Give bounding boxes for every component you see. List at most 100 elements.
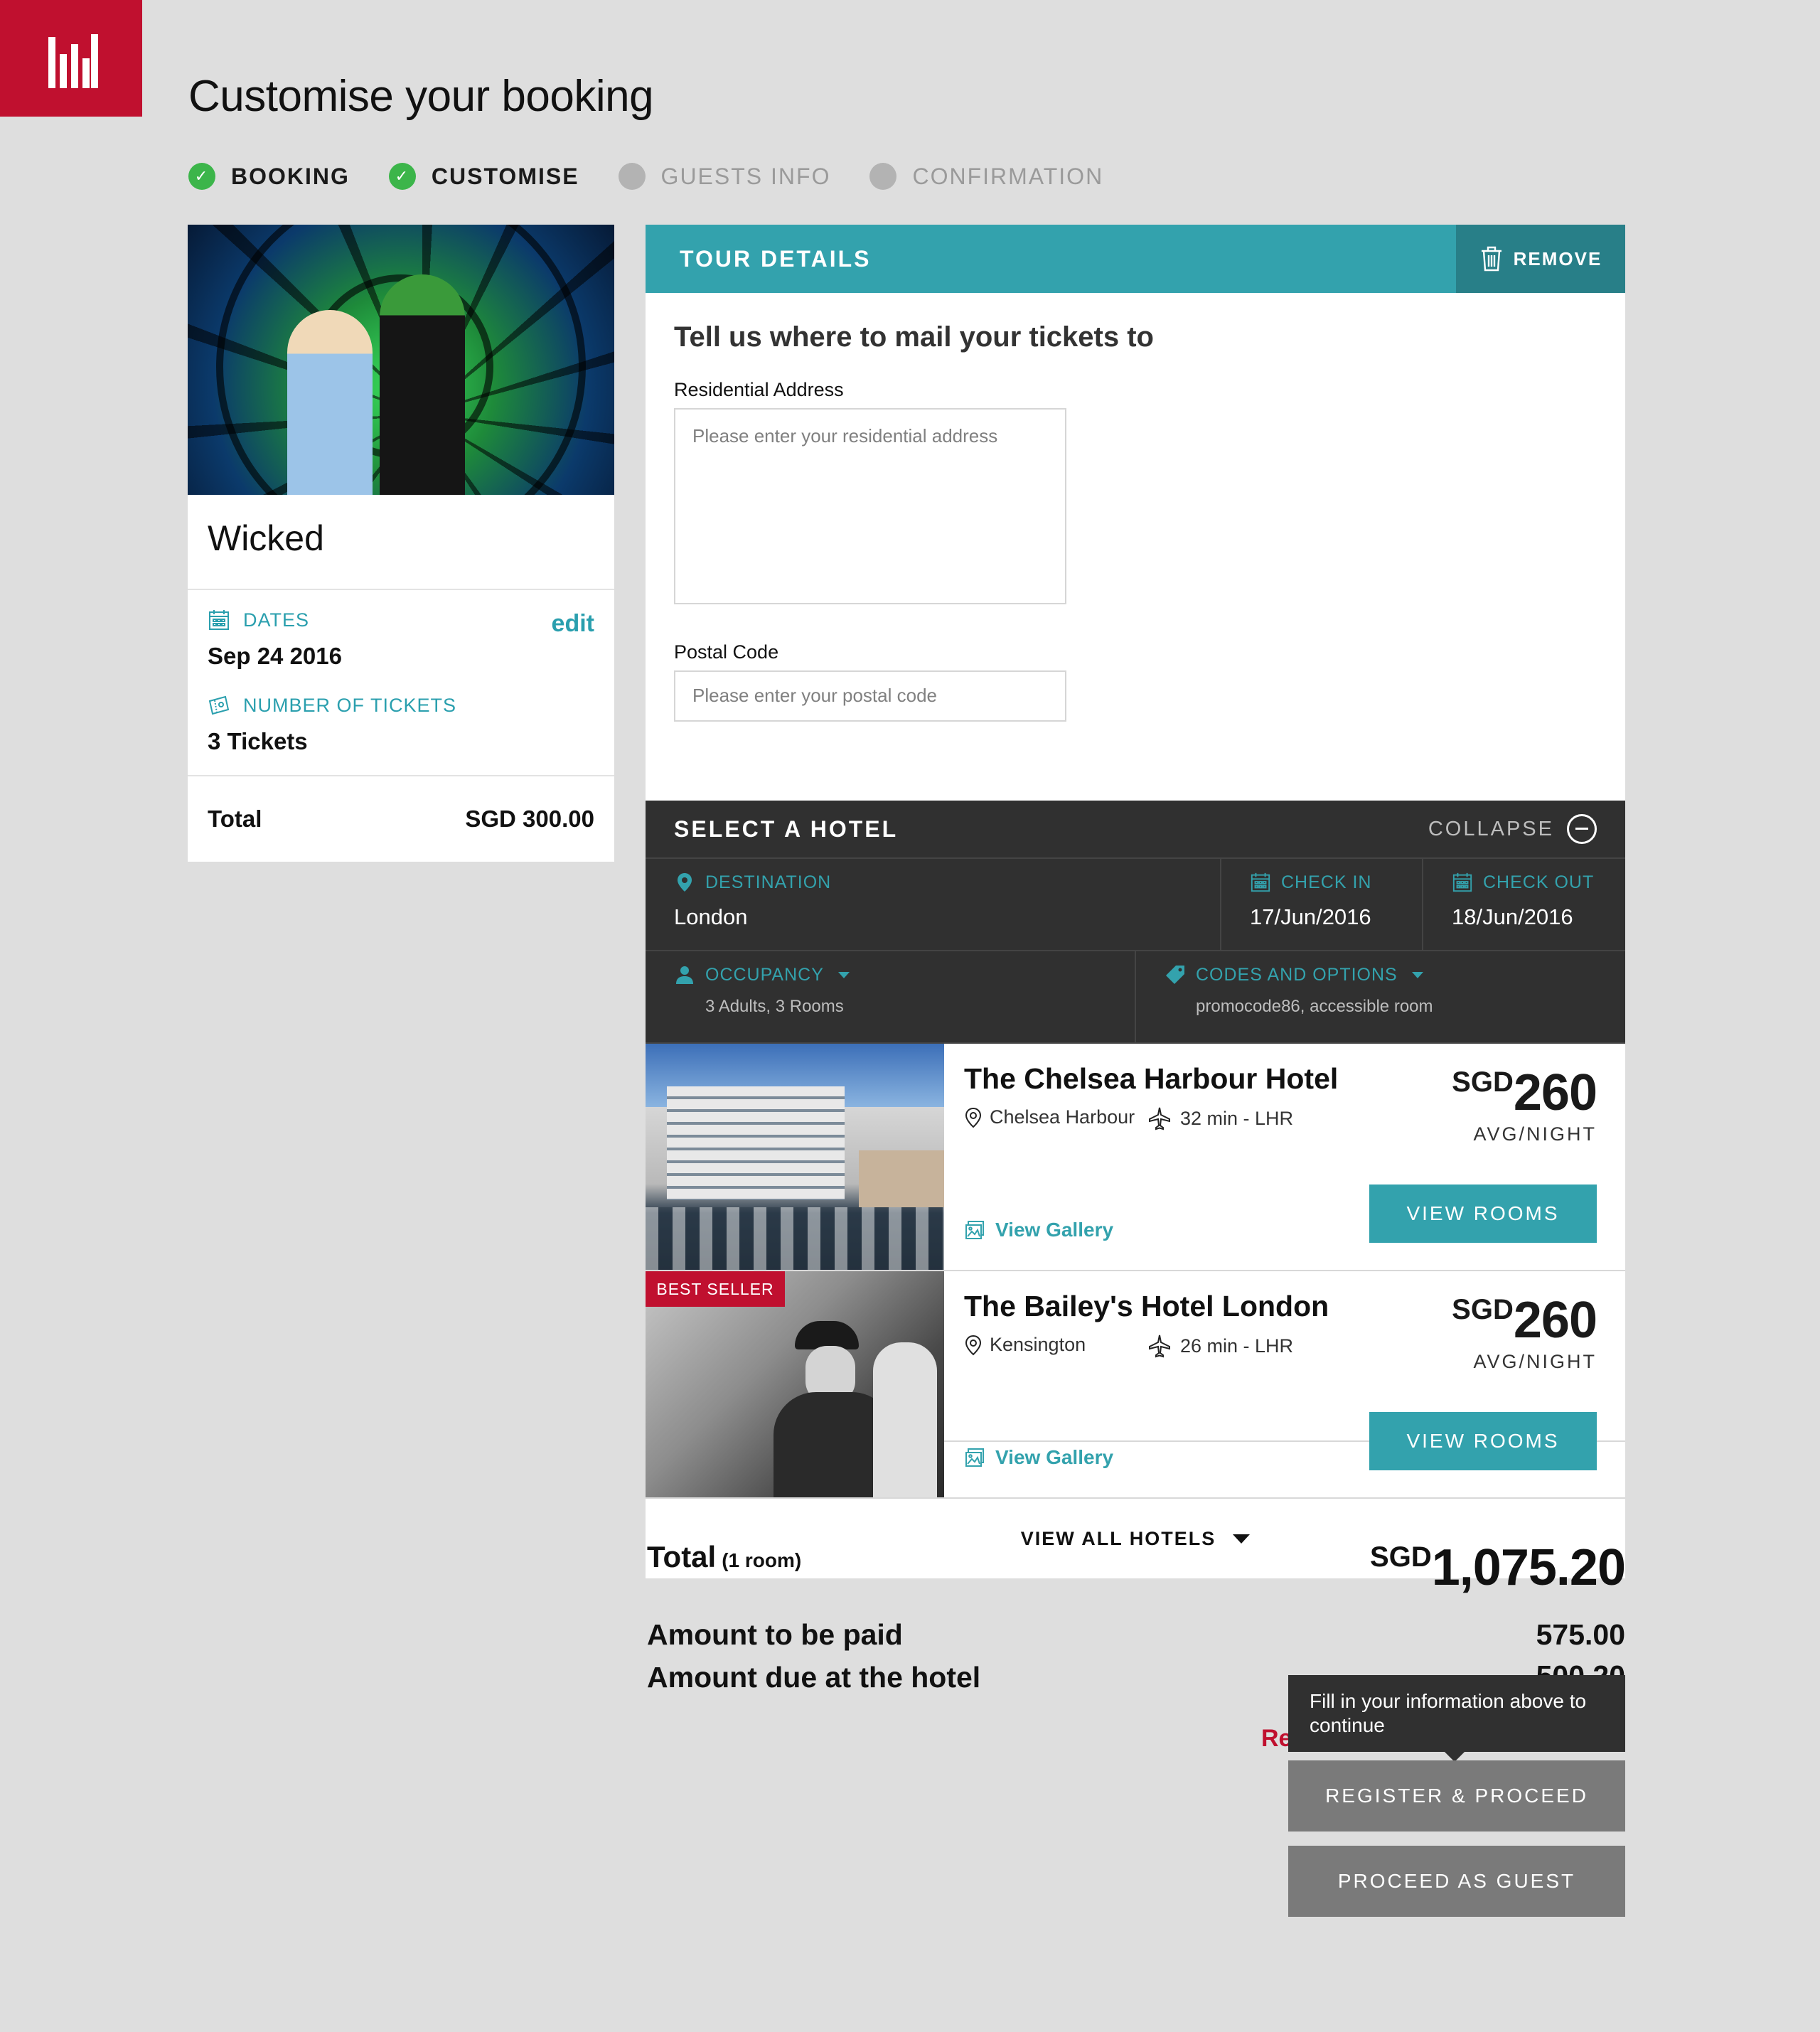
destination-field[interactable]: DESTINATION London — [646, 859, 1221, 950]
price-unit: AVG/NIGHT — [1473, 1123, 1597, 1145]
chevron-down-icon — [1411, 971, 1423, 978]
occupancy-label: OCCUPANCY — [674, 964, 1106, 985]
gallery-icon — [965, 1221, 984, 1239]
postal-code-label: Postal Code — [674, 641, 779, 663]
hotel-price: SGD260 AVG/NIGHT — [1452, 1291, 1597, 1373]
person-icon — [676, 966, 693, 984]
check-in-label: CHECK IN — [1250, 872, 1393, 893]
hotel-airport-text: 26 min - LHR — [1180, 1335, 1294, 1357]
price-unit: AVG/NIGHT — [1473, 1351, 1597, 1372]
hotel-name[interactable]: The Bailey's Hotel London — [964, 1290, 1329, 1323]
minus-circle-icon — [1567, 814, 1597, 844]
register-proceed-button[interactable]: REGISTER & PROCEED — [1288, 1760, 1625, 1832]
tickets-label-text: NUMBER OF TICKETS — [243, 694, 457, 716]
step-guests-info: GUESTS INFO — [618, 163, 831, 190]
map-pin-icon — [678, 873, 692, 892]
codes-label: CODES AND OPTIONS — [1165, 964, 1597, 985]
tour-details-header: TOUR DETAILS REMOVE — [646, 225, 1625, 293]
booking-summary-card: Wicked edit DATES Sep 24 2016 NUMBER OF … — [188, 225, 614, 862]
hotel-card: BEST SELLER The Bailey's Hotel London Ke… — [646, 1271, 1625, 1499]
total-value: SGD 300.00 — [465, 806, 594, 832]
occupancy-value: 3 Adults, 3 Rooms — [705, 997, 844, 1016]
occupancy-label-text: OCCUPANCY — [705, 964, 824, 985]
codes-label-text: CODES AND OPTIONS — [1196, 964, 1398, 985]
view-rooms-button[interactable]: VIEW ROOMS — [1369, 1412, 1597, 1470]
main-panel: TOUR DETAILS REMOVE Tell us where to mai… — [646, 225, 1625, 1578]
codes-options-dropdown[interactable]: CODES AND OPTIONS promocode86, accessibl… — [1136, 951, 1625, 1042]
grand-total-label: Total (1 room) — [647, 1540, 801, 1574]
step-label: GUESTS INFO — [660, 163, 831, 189]
brand-logo[interactable] — [0, 0, 142, 117]
step-label: CONFIRMATION — [912, 163, 1104, 189]
check-out-field[interactable]: CHECK OUT 18/Jun/2016 — [1423, 859, 1625, 950]
tour-details-title: TOUR DETAILS — [680, 245, 872, 272]
proceed-as-guest-button[interactable]: PROCEED AS GUEST — [1288, 1846, 1625, 1917]
postal-code-input[interactable]: Please enter your postal code — [674, 670, 1066, 722]
dates-value: Sep 24 2016 — [208, 643, 342, 669]
price-currency: SGD — [1452, 1066, 1514, 1098]
residential-address-input[interactable]: Please enter your residential address — [674, 408, 1066, 604]
location-pin-icon — [965, 1335, 982, 1355]
grand-total-currency: SGD — [1370, 1541, 1432, 1573]
check-out-value: 18/Jun/2016 — [1452, 904, 1573, 929]
hotel-search-row: DESTINATION London CHECK IN 17/Jun/2016 … — [646, 859, 1625, 951]
grand-total-text: Total — [647, 1540, 717, 1573]
hotel-name[interactable]: The Chelsea Harbour Hotel — [964, 1062, 1338, 1096]
remove-button[interactable]: REMOVE — [1456, 225, 1625, 293]
check-icon: ✓ — [388, 163, 416, 190]
hotel-photo[interactable] — [646, 1044, 944, 1270]
ticket-icon — [208, 695, 230, 715]
view-gallery-label: View Gallery — [995, 1219, 1114, 1241]
dates-label: DATES — [208, 609, 594, 631]
select-hotel-header: SELECT A HOTEL COLLAPSE — [646, 801, 1625, 859]
view-rooms-button[interactable]: VIEW ROOMS — [1369, 1185, 1597, 1243]
mail-tickets-form: Tell us where to mail your tickets to Re… — [646, 293, 1625, 801]
mail-heading: Tell us where to mail your tickets to — [674, 321, 1154, 353]
hotel-location: Kensington — [964, 1334, 1086, 1356]
info-tooltip: Fill in your information above to contin… — [1288, 1675, 1625, 1762]
check-in-field[interactable]: CHECK IN 17/Jun/2016 — [1221, 859, 1423, 950]
gallery-icon — [965, 1448, 984, 1467]
step-customise: ✓ CUSTOMISE — [388, 163, 579, 190]
check-in-value: 17/Jun/2016 — [1250, 904, 1371, 929]
hotel-card: The Chelsea Harbour Hotel Chelsea Harbou… — [646, 1044, 1625, 1271]
hotel-price: SGD260 AVG/NIGHT — [1452, 1064, 1597, 1145]
partially-hidden-text: Re — [1261, 1725, 1292, 1752]
check-icon: ✓ — [188, 163, 215, 190]
hotel-airport-distance: 26 min - LHR — [1147, 1334, 1293, 1358]
caret-down-icon — [1233, 1534, 1251, 1544]
tickets-value: 3 Tickets — [208, 728, 308, 754]
pending-dot-icon — [618, 163, 646, 190]
view-gallery-link[interactable]: View Gallery — [964, 1219, 1113, 1241]
pending-dot-icon — [869, 163, 897, 190]
summary-total: Total SGD 300.00 — [188, 776, 614, 862]
destination-label: DESTINATION — [674, 872, 1192, 893]
view-all-label: VIEW ALL HOTELS — [1020, 1527, 1216, 1549]
collapse-button[interactable]: COLLAPSE — [1428, 814, 1597, 844]
trash-icon — [1481, 246, 1502, 272]
grand-total-note: (1 room) — [722, 1549, 802, 1571]
step-booking: ✓ BOOKING — [188, 163, 350, 190]
hotel-location-text: Chelsea Harbour — [990, 1106, 1135, 1128]
destination-value: London — [674, 904, 748, 929]
amount-due-label: Amount due at the hotel — [647, 1661, 981, 1694]
calendar-icon — [1251, 872, 1270, 892]
calendar-icon — [209, 610, 229, 630]
view-gallery-label: View Gallery — [995, 1446, 1114, 1468]
tag-icon — [1166, 966, 1184, 984]
summary-details: edit DATES Sep 24 2016 NUMBER OF TICKETS… — [188, 590, 614, 776]
step-confirmation: CONFIRMATION — [869, 163, 1103, 190]
view-gallery-link[interactable]: View Gallery — [964, 1446, 1113, 1469]
tickets-label: NUMBER OF TICKETS — [208, 694, 594, 717]
hotel-airport-distance: 32 min - LHR — [1147, 1106, 1293, 1130]
occupancy-dropdown[interactable]: OCCUPANCY 3 Adults, 3 Rooms — [646, 951, 1136, 1042]
step-label: BOOKING — [231, 163, 350, 189]
price-currency: SGD — [1452, 1294, 1514, 1325]
collapse-label: COLLAPSE — [1428, 817, 1554, 840]
location-pin-icon — [965, 1107, 982, 1128]
edit-link[interactable]: edit — [552, 610, 594, 638]
select-hotel-title: SELECT A HOTEL — [674, 816, 899, 842]
progress-steps: ✓ BOOKING ✓ CUSTOMISE GUESTS INFO CONFIR… — [188, 161, 1142, 192]
hotel-location: Chelsea Harbour — [964, 1106, 1135, 1128]
best-seller-badge: BEST SELLER — [646, 1271, 785, 1307]
